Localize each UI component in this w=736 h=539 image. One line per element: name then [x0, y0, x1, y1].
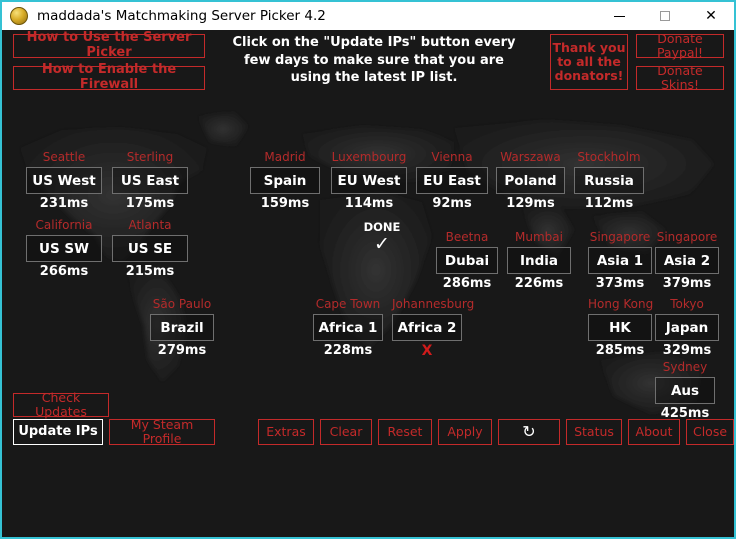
server-city-label: Johannesburg — [392, 297, 475, 311]
minimize-icon — [613, 15, 625, 17]
server-city-label: Mumbai — [515, 230, 563, 244]
status-button[interactable]: Status — [566, 419, 622, 445]
server-city-label: Tokyo — [670, 297, 704, 311]
maximize-button[interactable] — [642, 2, 688, 30]
server-button-spain[interactable]: Spain — [250, 167, 320, 194]
server-ping-value: 279ms — [157, 343, 207, 358]
window-controls: ✕ — [596, 2, 734, 30]
server-city-label: São Paulo — [152, 297, 212, 311]
server-ping-value: 266ms — [39, 264, 89, 279]
server-button-asia-1[interactable]: Asia 1 — [588, 247, 652, 274]
server-button-brazil[interactable]: Brazil — [150, 314, 214, 341]
minimize-button[interactable] — [596, 2, 642, 30]
server-button-us-east[interactable]: US East — [112, 167, 188, 194]
server-ping-value: 228ms — [323, 343, 373, 358]
server-city-label: Stockholm — [577, 150, 641, 164]
donate-skins-button[interactable]: Donate Skins! — [636, 64, 724, 92]
server-city-label: Sydney — [662, 360, 708, 374]
done-label: DONE — [363, 220, 401, 234]
server-ping-value: 286ms — [442, 276, 492, 291]
maximize-icon — [660, 11, 670, 21]
reset-button[interactable]: Reset — [378, 419, 432, 445]
server-city-label: Beetna — [445, 230, 489, 244]
close-app-button[interactable]: Close — [686, 419, 734, 445]
server-button-eu-west[interactable]: EU West — [331, 167, 407, 194]
thank-you-donators-button[interactable]: Thank you to all the donators! — [550, 34, 628, 90]
check-updates-button[interactable]: Check Updates — [13, 391, 109, 419]
refresh-icon-button[interactable]: ↻ — [498, 419, 560, 445]
server-ping-value: 129ms — [506, 196, 555, 211]
checkmark-icon: ✓ — [374, 233, 390, 255]
server-button-us-se[interactable]: US SE — [112, 235, 188, 262]
server-ping-value: 175ms — [125, 196, 175, 211]
server-city-label: Hong Kong — [588, 297, 654, 311]
server-city-label: Vienna — [431, 150, 473, 164]
server-button-us-west[interactable]: US West — [26, 167, 102, 194]
server-city-label: Warszawa — [500, 150, 561, 164]
server-ping-value: 231ms — [39, 196, 89, 211]
server-city-label: Singapore — [656, 230, 718, 244]
server-button-aus[interactable]: Aus — [655, 377, 715, 404]
server-city-label: Luxembourg — [331, 150, 407, 164]
server-ping-value: 159ms — [260, 196, 310, 211]
server-ping-value: 215ms — [125, 264, 175, 279]
app-window: maddada's Matchmaking Server Picker 4.2 … — [0, 0, 736, 539]
server-city-label: Sterling — [126, 150, 174, 164]
close-button[interactable]: ✕ — [688, 2, 734, 30]
extras-button[interactable]: Extras — [258, 419, 314, 445]
update-ips-banner-text: Click on the "Update IPs" button every f… — [232, 35, 516, 86]
how-to-enable-the-firewall-button[interactable]: How to Enable the Firewall — [13, 63, 205, 92]
server-button-africa-2[interactable]: Africa 2 — [392, 314, 462, 341]
server-button-dubai[interactable]: Dubai — [436, 247, 498, 274]
title-bar: maddada's Matchmaking Server Picker 4.2 … — [2, 2, 734, 30]
server-ping-value: 379ms — [662, 276, 712, 291]
server-ping-value: 226ms — [514, 276, 564, 291]
done-indicator: DONE ✓ — [350, 220, 414, 254]
coin-icon — [10, 7, 28, 25]
server-button-africa-1[interactable]: Africa 1 — [313, 314, 383, 341]
server-button-japan[interactable]: Japan — [655, 314, 719, 341]
server-city-label: Cape Town — [315, 297, 381, 311]
my-steam-profile-button[interactable]: My Steam Profile — [109, 418, 215, 446]
server-ping-value: 114ms — [344, 196, 394, 211]
server-city-label: California — [35, 218, 93, 232]
server-button-russia[interactable]: Russia — [574, 167, 644, 194]
server-button-india[interactable]: India — [507, 247, 571, 274]
server-ping-value: X — [421, 343, 433, 359]
close-icon: ✕ — [705, 8, 717, 24]
how-to-use-the-server-picker-button[interactable]: How to Use the Server Picker — [13, 31, 205, 60]
server-city-label: Atlanta — [128, 218, 172, 232]
about-button[interactable]: About — [628, 419, 680, 445]
server-button-poland[interactable]: Poland — [496, 167, 565, 194]
server-ping-value: 285ms — [595, 343, 645, 358]
server-city-label: Singapore — [589, 230, 651, 244]
server-ping-value: 329ms — [662, 343, 712, 358]
server-city-label: Madrid — [264, 150, 306, 164]
server-button-eu-east[interactable]: EU East — [416, 167, 488, 194]
server-button-us-sw[interactable]: US SW — [26, 235, 102, 262]
server-button-asia-2[interactable]: Asia 2 — [655, 247, 719, 274]
window-title: maddada's Matchmaking Server Picker 4.2 — [37, 8, 326, 24]
main-content: How to Use the Server Picker How to Enab… — [2, 30, 734, 537]
donate-paypal-button[interactable]: Donate Paypal! — [636, 32, 724, 60]
server-city-label: Seattle — [42, 150, 86, 164]
server-ping-value: 112ms — [584, 196, 634, 211]
server-ping-value: 373ms — [595, 276, 645, 291]
clear-button[interactable]: Clear — [320, 419, 372, 445]
server-ping-value: 92ms — [432, 196, 472, 211]
server-button-hk[interactable]: HK — [588, 314, 652, 341]
update-ips-button[interactable]: Update IPs — [13, 419, 103, 445]
apply-button[interactable]: Apply — [438, 419, 492, 445]
